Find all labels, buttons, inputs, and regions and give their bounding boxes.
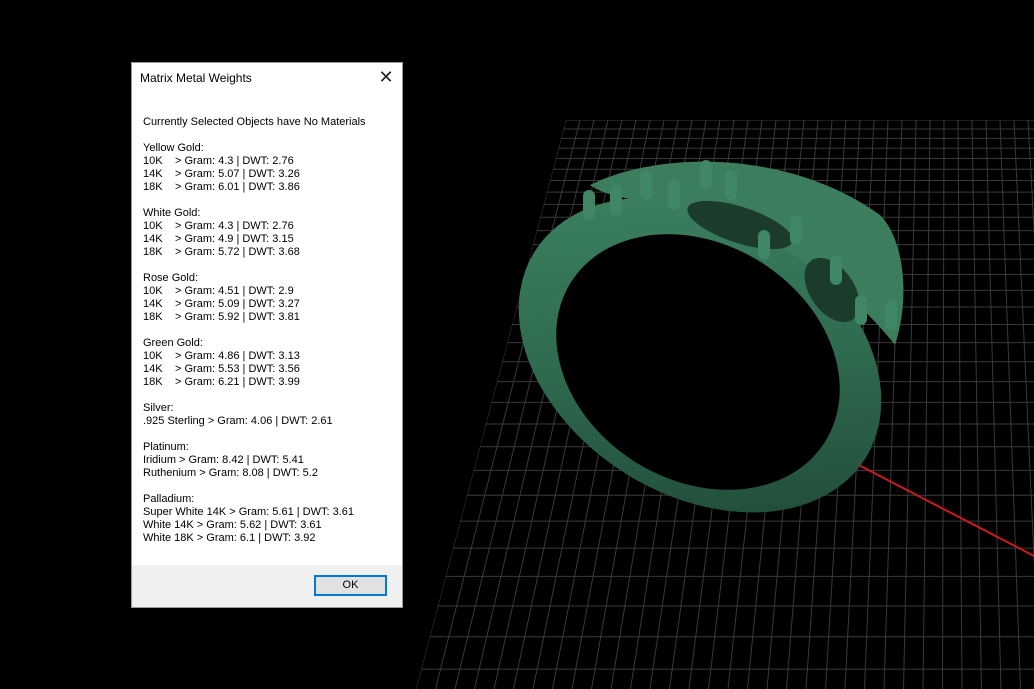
- prong: [640, 170, 652, 200]
- weight-value: > Gram: 5.92 | DWT: 3.81: [175, 311, 300, 323]
- karat-label: 14K: [143, 233, 163, 245]
- weight-line: .925 Sterling > Gram: 4.06 | DWT: 2.61: [143, 415, 333, 427]
- weight-value: > Gram: 4.86 | DWT: 3.13: [175, 350, 300, 362]
- grid-line: [416, 120, 567, 689]
- weight-value: > Gram: 5.07 | DWT: 3.26: [175, 168, 300, 180]
- weight-value: > Gram: 5.72 | DWT: 3.68: [175, 246, 300, 258]
- weight-value: > Gram: 5.53 | DWT: 3.56: [175, 363, 300, 375]
- weight-row: 18K > Gram: 5.92 | DWT: 3.81: [143, 311, 398, 324]
- metal-group-title: Palladium:: [143, 493, 195, 505]
- weight-value: > Gram: 4.3 | DWT: 2.76: [175, 220, 294, 232]
- karat-label: 14K: [143, 168, 163, 180]
- grid-line: [971, 120, 982, 689]
- metal-group-title: Platinum:: [143, 441, 189, 453]
- dialog-footer: OK: [132, 565, 402, 607]
- karat-label: 18K: [143, 246, 163, 258]
- metal-group-title: Rose Gold:: [143, 272, 199, 284]
- weights-content: Currently Selected Objects have No Mater…: [143, 116, 398, 558]
- grid-line: [922, 120, 931, 689]
- karat-label: 10K: [143, 220, 163, 232]
- dialog-titlebar[interactable]: Matrix Metal Weights ✕: [132, 63, 402, 93]
- karat-label: 14K: [143, 363, 163, 375]
- metal-group-platinum: Platinum: Iridium > Gram: 8.42 | DWT: 5.…: [143, 441, 398, 480]
- weight-line: White 18K > Gram: 6.1 | DWT: 3.92: [143, 532, 316, 544]
- grid-line: [903, 120, 917, 689]
- weight-value: > Gram: 6.21 | DWT: 3.99: [175, 376, 300, 388]
- prong: [885, 300, 897, 330]
- metal-group-rose-gold: Rose Gold: 10K > Gram: 4.51 | DWT: 2.9 14…: [143, 272, 398, 324]
- prong: [855, 295, 867, 325]
- prong: [668, 180, 680, 210]
- weight-row: 14K > Gram: 4.9 | DWT: 3.15: [143, 233, 398, 246]
- karat-label: 18K: [143, 181, 163, 193]
- metal-group-green-gold: Green Gold: 10K > Gram: 4.86 | DWT: 3.13 …: [143, 337, 398, 389]
- metal-group-title: Yellow Gold:: [143, 142, 204, 154]
- weight-row: 18K > Gram: 6.01 | DWT: 3.86: [143, 181, 398, 194]
- prong: [583, 190, 595, 220]
- ok-button[interactable]: OK: [314, 575, 387, 596]
- weight-value: > Gram: 6.01 | DWT: 3.86: [175, 181, 300, 193]
- weight-line: Iridium > Gram: 8.42 | DWT: 5.41: [143, 454, 304, 466]
- materials-status: Currently Selected Objects have No Mater…: [143, 116, 366, 128]
- prong: [790, 215, 802, 245]
- grid-line: [883, 120, 903, 689]
- prong: [725, 170, 737, 200]
- grid-line: [1027, 120, 1034, 689]
- metal-group-title: Green Gold:: [143, 337, 203, 349]
- weight-value: > Gram: 5.09 | DWT: 3.27: [175, 298, 300, 310]
- karat-label: 10K: [143, 155, 163, 167]
- grid-line: [985, 120, 1002, 689]
- metal-group-title: White Gold:: [143, 207, 201, 219]
- metal-group-palladium: Palladium: Super White 14K > Gram: 5.61 …: [143, 493, 398, 545]
- weight-row: 14K > Gram: 5.09 | DWT: 3.27: [143, 298, 398, 311]
- karat-label: 18K: [143, 311, 163, 323]
- weight-row: 10K > Gram: 4.51 | DWT: 2.9: [143, 285, 398, 298]
- weight-row: 18K > Gram: 5.72 | DWT: 3.68: [143, 246, 398, 259]
- weight-value: > Gram: 4.9 | DWT: 3.15: [175, 233, 294, 245]
- weight-line: Ruthenium > Gram: 8.08 | DWT: 5.2: [143, 467, 318, 479]
- karat-label: 10K: [143, 285, 163, 297]
- weight-row: 14K > Gram: 5.53 | DWT: 3.56: [143, 363, 398, 376]
- prong: [700, 160, 712, 190]
- weight-row: 10K > Gram: 4.86 | DWT: 3.13: [143, 350, 398, 363]
- weight-line: Super White 14K > Gram: 5.61 | DWT: 3.61: [143, 506, 355, 518]
- weight-row: 14K > Gram: 5.07 | DWT: 3.26: [143, 168, 398, 181]
- karat-label: 14K: [143, 298, 163, 310]
- ring-model[interactable]: [460, 133, 939, 577]
- dialog-title: Matrix Metal Weights: [140, 71, 252, 85]
- weight-line: White 14K > Gram: 5.62 | DWT: 3.61: [143, 519, 322, 531]
- matrix-metal-weights-dialog: Matrix Metal Weights ✕ Currently Selecte…: [131, 62, 403, 608]
- weight-row: 10K > Gram: 4.3 | DWT: 2.76: [143, 220, 398, 233]
- grid-line: [942, 120, 945, 689]
- metal-group-title: Silver:: [143, 402, 174, 414]
- metal-group-yellow-gold: Yellow Gold: 10K > Gram: 4.3 | DWT: 2.76 …: [143, 142, 398, 194]
- prong: [610, 185, 622, 215]
- metal-group-silver: Silver: .925 Sterling > Gram: 4.06 | DWT…: [143, 402, 398, 428]
- weight-row: 10K > Gram: 4.3 | DWT: 2.76: [143, 155, 398, 168]
- karat-label: 10K: [143, 350, 163, 362]
- prong: [758, 230, 770, 260]
- close-icon[interactable]: ✕: [376, 67, 396, 87]
- grid-line: [957, 120, 963, 689]
- weight-value: > Gram: 4.51 | DWT: 2.9: [175, 285, 294, 297]
- weight-value: > Gram: 4.3 | DWT: 2.76: [175, 155, 294, 167]
- metal-group-white-gold: White Gold: 10K > Gram: 4.3 | DWT: 2.76 1…: [143, 207, 398, 259]
- prong: [830, 255, 842, 285]
- karat-label: 18K: [143, 376, 163, 388]
- weight-row: 18K > Gram: 6.21 | DWT: 3.99: [143, 376, 398, 389]
